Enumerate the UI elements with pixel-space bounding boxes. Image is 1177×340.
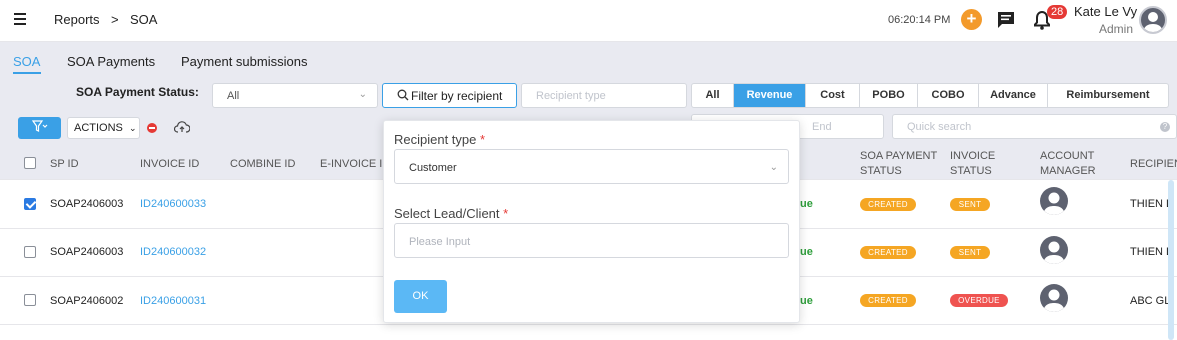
breadcrumb-current: SOA [130, 12, 158, 27]
lead-client-placeholder: Please Input [409, 236, 471, 248]
filter-toggle-button[interactable] [18, 117, 61, 139]
column-header-invoice-status-1[interactable]: INVOICE [950, 149, 995, 164]
filter-by-recipient-button[interactable]: Filter by recipient [382, 83, 517, 108]
segment-cobo[interactable]: COBO [918, 84, 979, 107]
actions-dropdown[interactable]: ACTIONS ⌄ [67, 117, 140, 139]
remove-icon[interactable] [147, 123, 157, 133]
invoice-id-link[interactable]: ID240600032 [140, 246, 206, 258]
segment-cost[interactable]: Cost [806, 84, 860, 107]
recipient-type-input[interactable]: Recipient type [521, 83, 687, 108]
segment-reimbursement[interactable]: Reimbursement [1048, 84, 1168, 107]
column-header-soa-payment-status-2[interactable]: STATUS [860, 164, 902, 179]
recipient-type-select[interactable]: Customer ⌄ [394, 149, 789, 184]
sp-id-cell: SOAP2406003 [50, 198, 124, 210]
soa-status-badge: CREATED [860, 294, 916, 307]
column-header-invoice-status-2[interactable]: STATUS [950, 164, 992, 179]
user-role: Admin [1099, 22, 1134, 36]
invoice-status-badge: SENT [950, 198, 990, 211]
tab-payment-submissions[interactable]: Payment submissions [181, 54, 307, 69]
cloud-upload-icon[interactable] [173, 121, 191, 136]
chat-icon[interactable] [997, 11, 1015, 32]
user-avatar[interactable] [1139, 6, 1167, 34]
filter-by-recipient-popup: Recipient type * Customer ⌄ Select Lead/… [383, 120, 800, 323]
breadcrumb-reports[interactable]: Reports [54, 12, 100, 27]
quick-search-input[interactable]: Quick search ? [892, 114, 1177, 139]
search-icon [397, 89, 409, 104]
soa-payment-status-select[interactable]: All ⌄ [212, 83, 378, 108]
tab-active-indicator [13, 72, 41, 74]
recipient-type-label: Recipient type * [394, 132, 486, 147]
invoice-status-badge: SENT [950, 246, 990, 259]
soa-status-badge: CREATED [860, 246, 916, 259]
column-header-sp-id[interactable]: SP ID [50, 157, 79, 172]
chevron-down-icon: ⌄ [358, 89, 367, 100]
invoice-id-link[interactable]: ID240600031 [140, 295, 206, 307]
actions-label: ACTIONS [74, 122, 123, 134]
notification-badge: 28 [1047, 5, 1068, 19]
soa-payment-status-label: SOA Payment Status: [76, 85, 199, 99]
plus-icon[interactable]: + [961, 9, 982, 30]
row-checkbox[interactable] [24, 198, 36, 210]
recipient-cell: ABC GL [1130, 295, 1171, 307]
type-cell: ue [800, 198, 813, 210]
ok-button[interactable]: OK [394, 280, 447, 313]
chevron-down-icon: ⌄ [769, 162, 778, 173]
funnel-icon [31, 120, 47, 132]
tab-soa-payments[interactable]: SOA Payments [67, 54, 155, 69]
quick-search-placeholder: Quick search [907, 121, 972, 133]
soa-status-badge: CREATED [860, 198, 916, 211]
lead-client-input[interactable]: Please Input [394, 223, 789, 258]
tab-soa[interactable]: SOA [13, 54, 40, 69]
column-header-account-manager-2[interactable]: MANAGER [1040, 164, 1096, 179]
help-icon[interactable]: ? [1160, 122, 1170, 132]
invoice-id-link[interactable]: ID240600033 [140, 198, 206, 210]
column-header-account-manager-1[interactable]: ACCOUNT [1040, 149, 1094, 164]
row-checkbox[interactable] [24, 294, 36, 306]
vertical-scrollbar[interactable] [1168, 180, 1174, 340]
sp-id-cell: SOAP2406002 [50, 295, 124, 307]
row-checkbox[interactable] [24, 246, 36, 258]
user-name[interactable]: Kate Le Vy [1074, 4, 1137, 19]
segment-all[interactable]: All [692, 84, 734, 107]
lead-client-label: Select Lead/Client * [394, 206, 509, 221]
account-manager-avatar[interactable] [1040, 236, 1068, 264]
clock: 06:20:14 PM [888, 14, 951, 26]
segment-advance[interactable]: Advance [979, 84, 1048, 107]
recipient-type-value: Customer [409, 162, 457, 174]
column-header-invoice-id[interactable]: INVOICE ID [140, 157, 199, 172]
select-all-checkbox[interactable] [24, 157, 36, 169]
recipient-cell: THIEN L [1130, 246, 1173, 258]
type-segment-control: All Revenue Cost POBO COBO Advance Reimb… [691, 83, 1169, 108]
date-end-placeholder: End [812, 121, 832, 133]
soa-payment-status-value: All [227, 90, 240, 102]
filter-by-recipient-label: Filter by recipient [411, 89, 503, 103]
type-cell: ue [800, 246, 813, 258]
hamburger-icon[interactable] [14, 13, 26, 25]
segment-pobo[interactable]: POBO [860, 84, 918, 107]
table-divider [0, 324, 1177, 325]
column-header-soa-payment-status-1[interactable]: SOA PAYMENT [860, 149, 937, 164]
account-manager-avatar[interactable] [1040, 187, 1068, 215]
account-manager-avatar[interactable] [1040, 284, 1068, 312]
type-cell: ue [800, 295, 813, 307]
column-header-combine-id[interactable]: COMBINE ID [230, 157, 295, 172]
column-header-einvoice[interactable]: E-INVOICE I [320, 157, 382, 172]
chevron-down-icon: ⌄ [128, 123, 137, 133]
breadcrumb-separator: > [111, 12, 119, 27]
invoice-status-badge: OVERDUE [950, 294, 1008, 307]
recipient-cell: THIEN L [1130, 198, 1173, 210]
sp-id-cell: SOAP2406003 [50, 246, 124, 258]
segment-revenue[interactable]: Revenue [734, 84, 806, 107]
column-header-recipient[interactable]: RECIPIEN [1130, 157, 1177, 172]
